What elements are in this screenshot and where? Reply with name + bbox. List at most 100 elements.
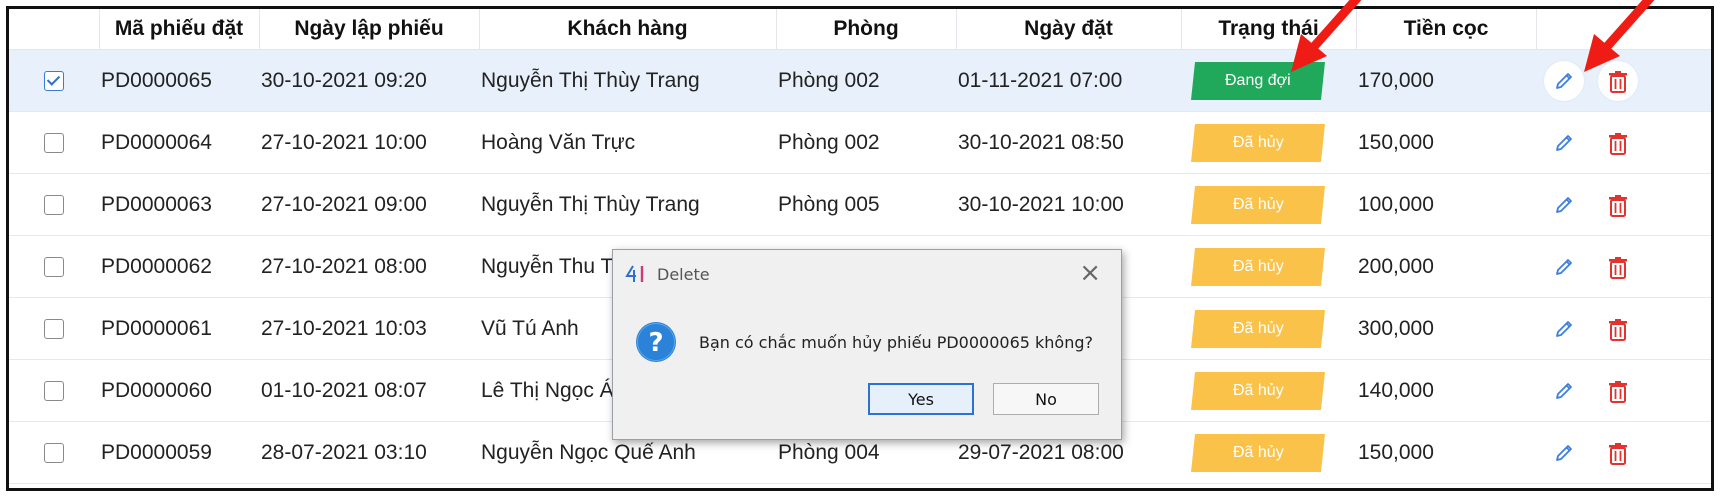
cell-status: Đã hủy bbox=[1181, 421, 1356, 484]
cell-created: 27-10-2021 10:00 bbox=[259, 111, 479, 174]
cell-created: 01-10-2021 08:07 bbox=[259, 359, 479, 422]
delete-button[interactable] bbox=[1598, 309, 1638, 349]
cell-actions bbox=[1536, 297, 1711, 360]
status-label: Đã hủy bbox=[1232, 133, 1284, 151]
cell-customer: Nguyễn Thị Thùy Trang bbox=[479, 173, 776, 236]
cell-actions bbox=[1536, 173, 1711, 236]
pencil-icon bbox=[1556, 258, 1572, 275]
cell-code: PD0000065 bbox=[99, 49, 259, 112]
status-label: Đã hủy bbox=[1232, 195, 1284, 213]
cell-status: Đã hủy bbox=[1181, 111, 1356, 174]
header-created[interactable]: Ngày lập phiếu bbox=[259, 9, 480, 50]
delete-dialog: Delete × ? Bạn có chắc muốn hủy phiếu PD… bbox=[612, 249, 1122, 440]
cell-deposit: 100,000 bbox=[1356, 173, 1536, 236]
row-checkbox[interactable] bbox=[44, 132, 64, 153]
dialog-message: Bạn có chắc muốn hủy phiếu PD0000065 khô… bbox=[699, 332, 1093, 352]
delete-button[interactable] bbox=[1598, 433, 1638, 473]
row-checkbox[interactable] bbox=[44, 380, 64, 401]
header-room[interactable]: Phòng bbox=[776, 9, 957, 50]
trash-icon bbox=[1608, 380, 1627, 403]
cell-created: 27-10-2021 08:00 bbox=[259, 235, 479, 298]
header-deposit[interactable]: Tiền cọc bbox=[1356, 9, 1537, 50]
edit-button[interactable] bbox=[1544, 123, 1584, 163]
edit-button[interactable] bbox=[1544, 433, 1584, 473]
cell-room: Phòng 005 bbox=[776, 173, 956, 236]
row-select-cell bbox=[9, 235, 99, 298]
cell-created: 27-10-2021 09:00 bbox=[259, 173, 479, 236]
dialog-body: ? Bạn có chắc muốn hủy phiếu PD0000065 k… bbox=[635, 321, 1093, 363]
cell-actions bbox=[1536, 235, 1711, 298]
row-checkbox[interactable] bbox=[44, 70, 64, 91]
status-label: Đang đợi bbox=[1225, 71, 1291, 89]
header-customer[interactable]: Khách hàng bbox=[479, 9, 777, 50]
status-badge[interactable]: Đã hủy bbox=[1191, 309, 1325, 348]
cell-booked: 01-11-2021 07:00 bbox=[956, 49, 1181, 112]
cell-deposit: 200,000 bbox=[1356, 235, 1536, 298]
cell-room: Phòng 002 bbox=[776, 49, 956, 112]
cell-deposit: 300,000 bbox=[1356, 297, 1536, 360]
delete-button[interactable] bbox=[1598, 123, 1638, 163]
row-select-cell bbox=[9, 173, 99, 236]
delete-button[interactable] bbox=[1598, 185, 1638, 225]
cell-deposit: 140,000 bbox=[1356, 359, 1536, 422]
dialog-titlebar: Delete bbox=[625, 261, 710, 287]
annotation-arrow-delete bbox=[1584, 0, 1655, 72]
header-code[interactable]: Mã phiếu đặt bbox=[99, 9, 260, 50]
status-label: Đã hủy bbox=[1232, 443, 1284, 461]
cell-status: Đã hủy bbox=[1181, 173, 1356, 236]
table-row[interactable]: PD0000063 27-10-2021 09:00 Nguyễn Thị Th… bbox=[9, 173, 1711, 236]
header-booked[interactable]: Ngày đặt bbox=[956, 9, 1182, 50]
status-badge[interactable]: Đã hủy bbox=[1191, 247, 1325, 286]
row-select-cell bbox=[9, 111, 99, 174]
table-row[interactable]: PD0000064 27-10-2021 10:00 Hoàng Văn Trự… bbox=[9, 111, 1711, 174]
trash-icon bbox=[1608, 132, 1627, 155]
delete-button[interactable] bbox=[1598, 247, 1638, 287]
edit-button[interactable] bbox=[1544, 371, 1584, 411]
app-logo-icon bbox=[625, 265, 644, 282]
cell-code: PD0000063 bbox=[99, 173, 259, 236]
trash-icon bbox=[1608, 442, 1627, 465]
row-select-cell bbox=[9, 49, 99, 112]
pencil-icon bbox=[1556, 72, 1572, 89]
cell-room: Phòng 002 bbox=[776, 111, 956, 174]
cell-actions bbox=[1536, 359, 1711, 422]
cell-actions bbox=[1536, 421, 1711, 484]
edit-button[interactable] bbox=[1544, 185, 1584, 225]
delete-button[interactable] bbox=[1598, 371, 1638, 411]
row-checkbox[interactable] bbox=[44, 318, 64, 339]
annotation-arrow-status bbox=[1291, 0, 1362, 72]
row-checkbox[interactable] bbox=[44, 194, 64, 215]
status-badge[interactable]: Đã hủy bbox=[1191, 371, 1325, 410]
status-badge[interactable]: Đã hủy bbox=[1191, 185, 1325, 224]
pencil-icon bbox=[1556, 196, 1572, 213]
edit-button[interactable] bbox=[1544, 309, 1584, 349]
cell-customer: Hoàng Văn Trực bbox=[479, 111, 776, 174]
row-checkbox[interactable] bbox=[44, 442, 64, 463]
no-button[interactable]: No bbox=[993, 383, 1099, 415]
row-select-cell bbox=[9, 297, 99, 360]
pencil-icon bbox=[1556, 444, 1572, 461]
cell-deposit: 150,000 bbox=[1356, 111, 1536, 174]
table-row[interactable]: PD0000065 30-10-2021 09:20 Nguyễn Thị Th… bbox=[9, 49, 1711, 112]
status-badge[interactable]: Đã hủy bbox=[1191, 123, 1325, 162]
status-badge[interactable]: Đã hủy bbox=[1191, 433, 1325, 472]
trash-icon bbox=[1608, 318, 1627, 341]
cell-code: PD0000059 bbox=[99, 421, 259, 484]
cell-created: 30-10-2021 09:20 bbox=[259, 49, 479, 112]
pencil-icon bbox=[1556, 320, 1572, 337]
trash-icon bbox=[1608, 194, 1627, 217]
close-icon[interactable]: × bbox=[1079, 260, 1101, 286]
cell-code: PD0000060 bbox=[99, 359, 259, 422]
status-label: Đã hủy bbox=[1232, 257, 1284, 275]
header-select bbox=[9, 9, 100, 50]
edit-button[interactable] bbox=[1544, 247, 1584, 287]
cell-code: PD0000062 bbox=[99, 235, 259, 298]
cell-status: Đã hủy bbox=[1181, 235, 1356, 298]
yes-button[interactable]: Yes bbox=[868, 383, 974, 415]
cell-booked: 30-10-2021 08:50 bbox=[956, 111, 1181, 174]
cell-status: Đã hủy bbox=[1181, 297, 1356, 360]
cell-booked: 30-10-2021 10:00 bbox=[956, 173, 1181, 236]
row-checkbox[interactable] bbox=[44, 256, 64, 277]
cell-actions bbox=[1536, 111, 1711, 174]
row-select-cell bbox=[9, 421, 99, 484]
